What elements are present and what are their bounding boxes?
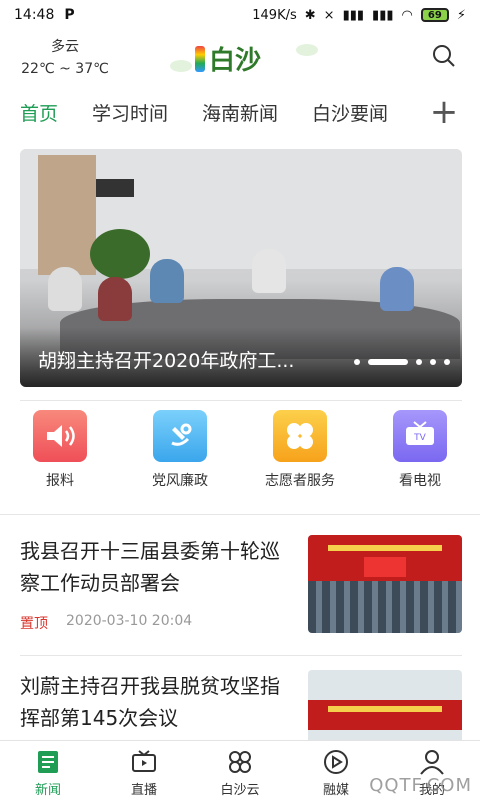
- shortcut-volunteer[interactable]: 志愿者服务: [240, 410, 360, 500]
- carousel-dot: [354, 359, 360, 365]
- user-icon: [420, 750, 444, 775]
- shortcut-report[interactable]: 报料: [0, 410, 120, 500]
- divider: [20, 400, 462, 401]
- cloud-grid-icon: [229, 751, 251, 773]
- banner-person: [380, 267, 414, 311]
- tabbar-label: 白沙云: [220, 783, 260, 798]
- banner-plant: [90, 229, 150, 279]
- shortcut-label: 党风廉政: [152, 473, 208, 489]
- leaf-decoration-icon: [296, 44, 318, 56]
- carousel-dot: [430, 359, 436, 365]
- shortcut-label: 看电视: [399, 473, 441, 489]
- banner-carousel[interactable]: 胡翔主持召开2020年政府工...: [20, 149, 462, 387]
- thumb-banner: [328, 545, 442, 551]
- bluetooth-icon: ✱: [304, 7, 316, 23]
- news-thumbnail: [308, 535, 462, 633]
- tabbar-label: 直播: [130, 783, 157, 798]
- search-button[interactable]: [432, 44, 456, 68]
- tab-home[interactable]: 首页: [20, 99, 72, 126]
- charging-icon: ⚡: [456, 7, 466, 23]
- weather-widget[interactable]: 多云 22℃ ~ 37℃: [20, 36, 110, 80]
- news-time: 2020-03-10 20:04: [66, 613, 193, 629]
- shortcut-label: 报料: [46, 473, 74, 489]
- app-header: 多云 22℃ ~ 37℃ 白沙: [0, 30, 480, 90]
- news-title: 刘蔚主持召开我县脱贫攻坚指挥部第145次会议: [20, 674, 280, 730]
- live-tv-icon: [132, 750, 156, 772]
- watermark: QQTF.COM: [369, 775, 472, 796]
- weather-condition: 多云: [51, 39, 79, 55]
- party-emblem-icon: [153, 410, 207, 462]
- status-bar: 14:48 P 149K/s ✱ ⨯ ▮▮▮ ▮▮▮ ◠ 69 ⚡: [0, 0, 480, 30]
- shortcut-label: 志愿者服务: [265, 473, 335, 489]
- app-badge-icon: P: [64, 7, 75, 23]
- tab-hainan-news[interactable]: 海南新闻: [202, 99, 292, 126]
- signal-icon-2: ▮▮▮: [372, 7, 394, 23]
- wifi-icon: ◠: [401, 7, 413, 23]
- logo-text: 白沙: [209, 46, 262, 76]
- network-speed: 149K/s: [252, 7, 297, 23]
- tab-study-time[interactable]: 学习时间: [92, 99, 182, 126]
- banner-person: [48, 267, 82, 311]
- channel-tabs: 首页 学习时间 海南新闻 白沙要闻 +: [0, 92, 480, 132]
- carousel-dot-active: [368, 359, 408, 365]
- banner-speaker: [96, 179, 134, 197]
- thumb-banner: [328, 706, 442, 712]
- news-thumbnail: [308, 670, 462, 740]
- carousel-indicator: [354, 359, 450, 365]
- thumb-stage: [308, 700, 462, 730]
- news-item[interactable]: 刘蔚主持召开我县脱贫攻坚指挥部第145次会议: [0, 656, 480, 740]
- carousel-dot: [444, 359, 450, 365]
- logo-mark-icon: [195, 45, 205, 72]
- shortcut-watch-tv[interactable]: TV 看电视: [360, 410, 480, 500]
- tabbar-baisha-cloud[interactable]: 白沙云: [192, 741, 288, 801]
- tv-icon: TV: [393, 410, 447, 462]
- search-icon: [433, 45, 455, 67]
- tabbar-news[interactable]: 新闻: [0, 741, 96, 801]
- banner-person: [98, 277, 132, 321]
- media-play-icon: [324, 750, 348, 774]
- svg-text:TV: TV: [413, 433, 426, 443]
- banner-person: [252, 249, 286, 293]
- carousel-dot: [416, 359, 422, 365]
- banner-person: [150, 259, 184, 303]
- tabbar-label: 融媒: [322, 783, 349, 798]
- speaker-icon: [33, 410, 87, 462]
- app-logo: 白沙: [195, 40, 261, 77]
- tab-baisha-news[interactable]: 白沙要闻: [312, 99, 402, 126]
- status-time: 14:48: [14, 7, 55, 23]
- pinned-tag: 置顶: [20, 616, 48, 632]
- banner-curtain: [38, 155, 96, 275]
- battery-icon: 69: [420, 8, 449, 22]
- news-title: 我县召开十三届县委第十轮巡察工作动员部署会: [20, 539, 280, 595]
- news-item[interactable]: 我县召开十三届县委第十轮巡察工作动员部署会 置顶 2020-03-10 20:0…: [0, 515, 480, 655]
- banner-caption: 胡翔主持召开2020年政府工...: [38, 350, 295, 372]
- shortcut-grid: 报料 党风廉政 志愿者服务 TV 看电视: [0, 410, 480, 500]
- temperature-range: 22℃ ~ 37℃: [21, 61, 109, 77]
- add-channel-button[interactable]: +: [426, 92, 462, 132]
- shortcut-party-integrity[interactable]: 党风廉政: [120, 410, 240, 500]
- tabbar-live[interactable]: 直播: [96, 741, 192, 801]
- news-icon: [38, 751, 58, 773]
- thumb-flag: [364, 557, 406, 577]
- clover-icon: [273, 410, 327, 462]
- thumb-audience: [308, 581, 462, 633]
- leaf-decoration-icon: [170, 60, 192, 72]
- signal-icon: ▮▮▮: [342, 7, 365, 23]
- mute-icon: ⨯: [323, 7, 335, 23]
- tabbar-label: 新闻: [34, 783, 61, 798]
- news-meta: 置顶 2020-03-10 20:04: [20, 613, 192, 633]
